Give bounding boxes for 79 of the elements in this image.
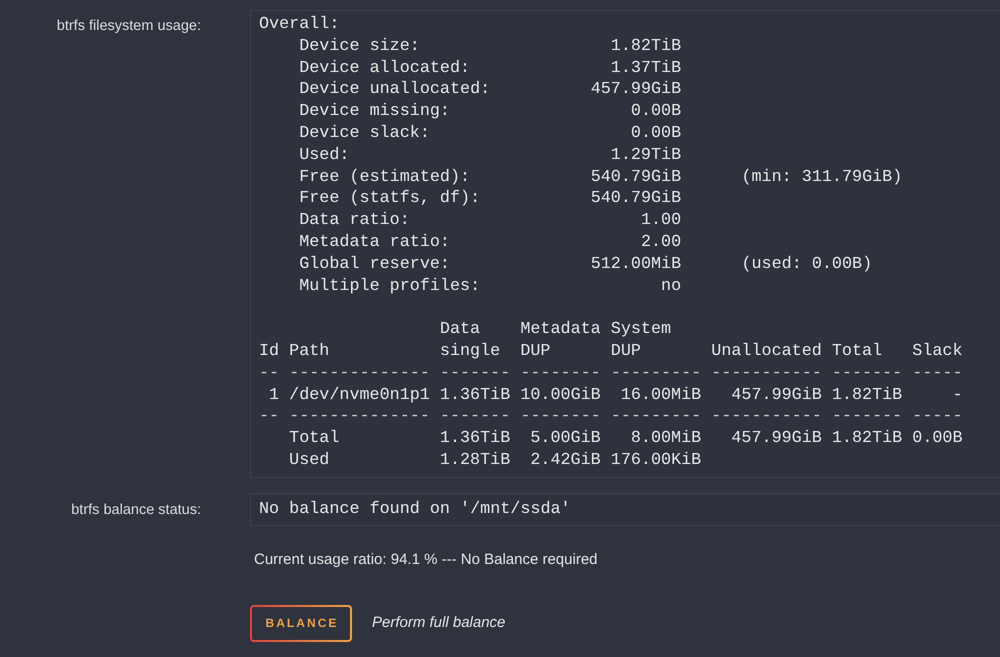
dash-separator: -----------: [711, 364, 822, 383]
stat-label: Global reserve:: [299, 254, 450, 276]
stat-label: Metadata ratio:: [299, 232, 450, 254]
stat-value: 540.79GiB: [590, 166, 682, 188]
table-cell: 457.99GiB: [731, 386, 822, 405]
dash-separator: ---------: [610, 364, 702, 383]
stat-label: Free (estimated):: [299, 166, 470, 188]
dash-separator: --: [259, 407, 280, 426]
stat-label: Device slack:: [299, 122, 430, 145]
stat-value: 1.37TiB: [610, 58, 682, 80]
stat-value: 0.00B: [630, 122, 682, 145]
column-header: DUP: [610, 342, 641, 361]
stat-value: 1.82TiB: [610, 36, 682, 58]
stat-note: (min: 311.79GiB): [741, 166, 902, 188]
column-header: Id: [259, 342, 280, 361]
stat-value: 457.99GiB: [590, 79, 682, 102]
table-cell: 176.00KiB: [610, 450, 702, 470]
field-label: btrfs filesystem usage:: [56, 17, 201, 36]
dash-separator: --------: [520, 407, 601, 426]
stat-value: 540.79GiB: [590, 188, 682, 210]
stat-value: 2.00: [640, 232, 682, 254]
dash-separator: -----------: [711, 407, 822, 426]
table-cell: 1.82TiB: [832, 429, 902, 448]
table-cell: 10.00GiB: [520, 386, 601, 405]
stat-label: Data ratio:: [299, 210, 410, 232]
column-header: single: [440, 342, 500, 361]
dash-separator: --------------: [289, 407, 430, 426]
table-cell: 16.00MiB: [620, 386, 702, 405]
table-cell: Used: [289, 450, 330, 470]
table-cell: Total: [289, 429, 340, 448]
stat-label: Device missing:: [299, 101, 450, 123]
column-header: Metadata: [520, 320, 601, 340]
stat-note: (used: 0.00B): [741, 254, 872, 276]
table-cell: 1.36TiB: [440, 429, 510, 448]
column-header: DUP: [520, 342, 550, 361]
column-header: System: [610, 320, 672, 340]
table-cell: 2.42GiB: [530, 450, 601, 470]
table-cell: 1: [269, 386, 280, 405]
stat-label: Device unallocated:: [299, 79, 490, 102]
stat-value: 1.00: [640, 210, 682, 232]
dash-separator: -------: [832, 364, 902, 383]
dash-separator: -------: [832, 407, 902, 426]
column-header: Data: [440, 320, 480, 340]
column-header: Slack: [912, 342, 963, 361]
column-header: Total: [832, 342, 882, 361]
field-label: btrfs balance status:: [71, 500, 201, 520]
dash-separator: -----: [912, 407, 963, 426]
table-cell: 1.82TiB: [832, 386, 902, 405]
status-output: No balance found on '/mnt/ssda': [250, 492, 1000, 526]
table-cell: 8.00MiB: [630, 429, 702, 448]
table-cell: 457.99GiB: [731, 429, 822, 448]
table-cell: 0.00B: [912, 429, 963, 448]
stat-value: 1.29TiB: [610, 144, 682, 167]
button-hint: Perform full balance: [372, 612, 506, 633]
stat-value: 0.00B: [630, 101, 682, 123]
dash-separator: -------: [440, 364, 510, 383]
dash-separator: -------: [440, 407, 510, 426]
stat-label: Free (statfs, df):: [299, 188, 480, 210]
table-cell: -: [952, 386, 963, 405]
table-cell: 5.00GiB: [530, 429, 601, 448]
stat-value: 512.00MiB: [590, 254, 682, 276]
dash-separator: --: [259, 364, 280, 383]
dash-separator: -----: [912, 364, 963, 383]
stat-label: Used:: [299, 144, 350, 167]
output-heading: Overall:: [259, 15, 340, 34]
stat-value: no: [661, 276, 682, 298]
column-header: Path: [289, 342, 330, 361]
dash-separator: --------: [520, 364, 601, 383]
table-cell: /dev/nvme0n1p1: [289, 386, 430, 405]
table-cell: 1.36TiB: [440, 386, 510, 405]
stat-label: Multiple profiles:: [299, 276, 480, 298]
stat-label: Device size:: [299, 36, 420, 58]
usage-message: Current usage ratio: 94.1 % --- No Balance required: [254, 550, 598, 568]
dash-separator: ---------: [610, 407, 702, 426]
dash-separator: --------------: [289, 364, 430, 383]
balance-button[interactable]: BALANCE: [250, 604, 352, 642]
table-cell: 1.28TiB: [440, 450, 510, 470]
column-header: Unallocated: [711, 342, 822, 361]
stat-label: Device allocated:: [299, 58, 470, 80]
